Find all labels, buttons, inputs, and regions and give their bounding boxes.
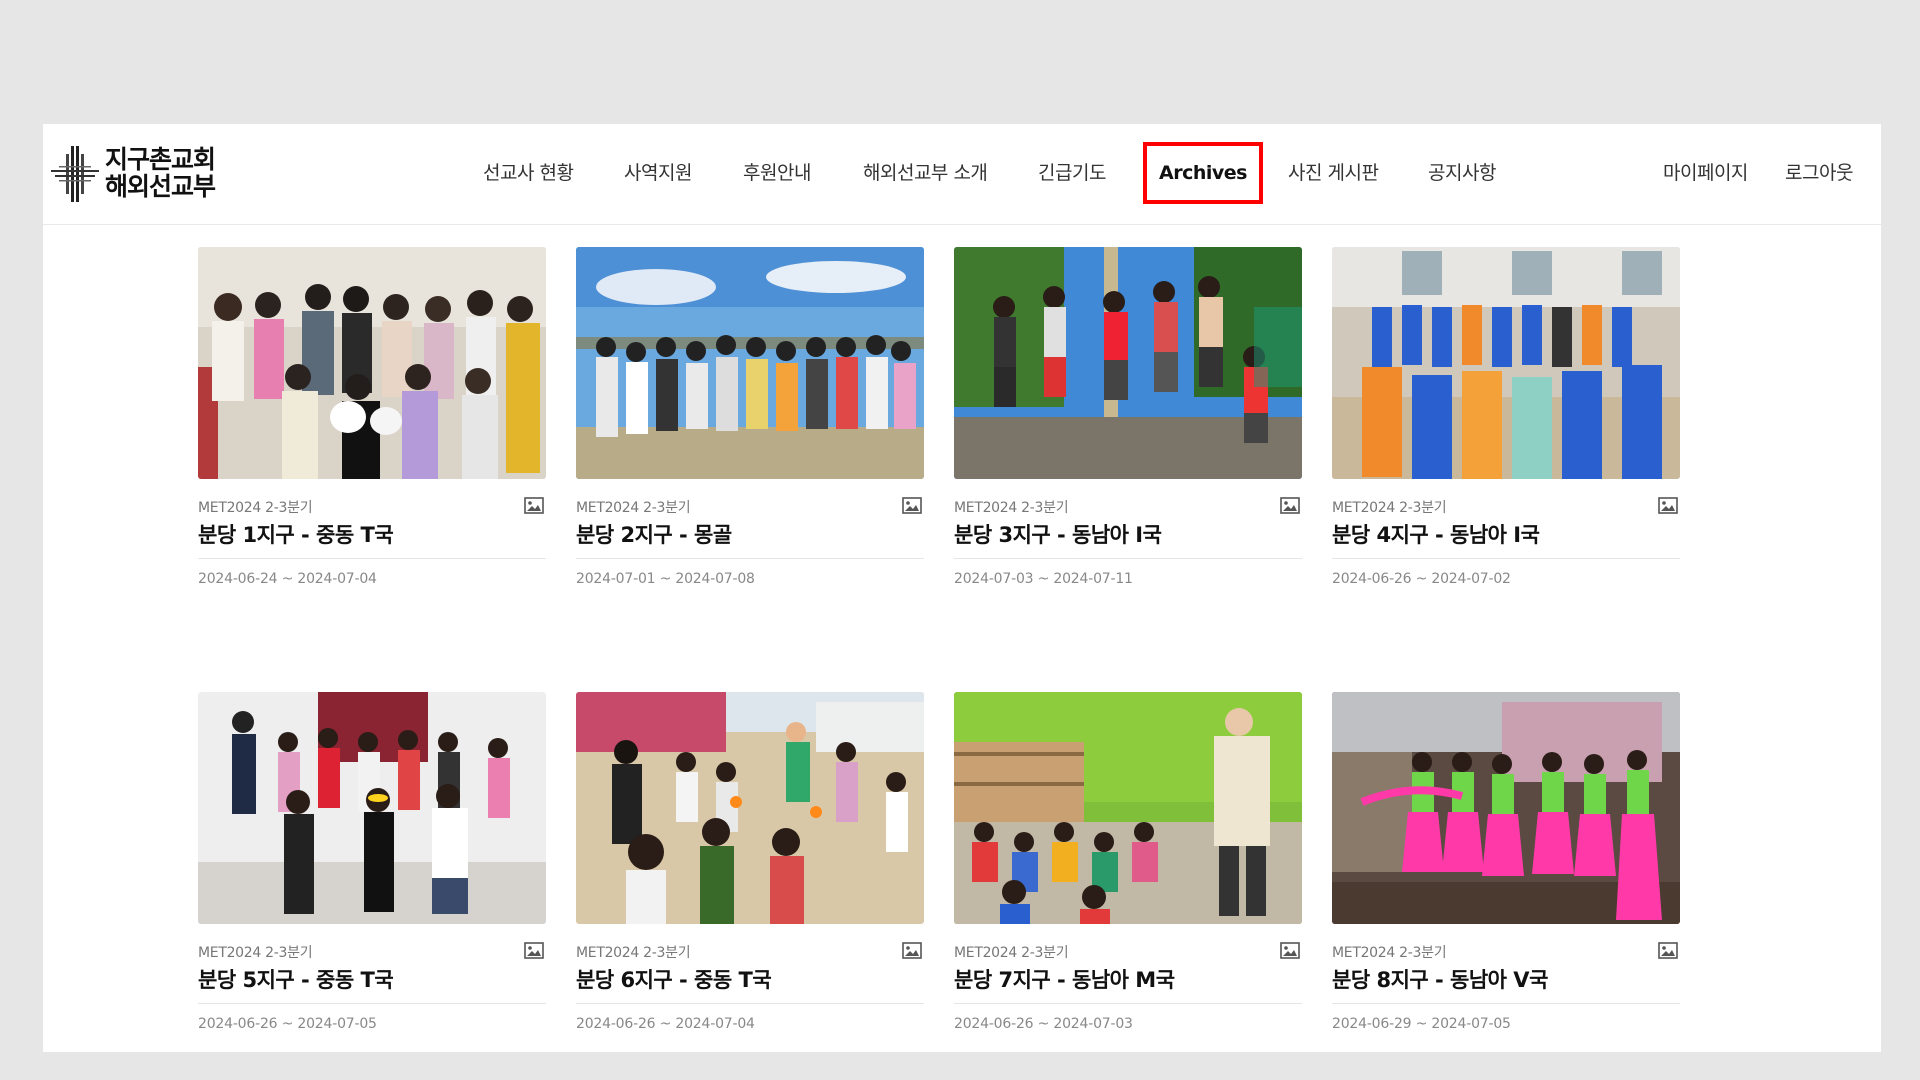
card-category: MET2024 2-3분기: [1332, 500, 1447, 516]
archive-card[interactable]: MET2024 2-3분기 분당 1지구 - 중동 T국 2024-06-24 …: [198, 247, 546, 587]
archive-card[interactable]: MET2024 2-3분기 분당 2지구 - 몽골 2024-07-01 ~ 2…: [576, 247, 924, 587]
card-dates: 2024-07-01 ~ 2024-07-08: [576, 571, 755, 587]
image-icon: [1280, 497, 1300, 514]
image-icon: [524, 497, 544, 514]
card-meta: MET2024 2-3분기: [576, 497, 924, 516]
card-title[interactable]: 분당 5지구 - 중동 T국: [198, 966, 546, 1004]
card-title[interactable]: 분당 1지구 - 중동 T국: [198, 521, 546, 559]
image-icon: [902, 942, 922, 959]
card-title[interactable]: 분당 3지구 - 동남아 I국: [954, 521, 1302, 559]
card-meta: MET2024 2-3분기: [954, 497, 1302, 516]
card-title[interactable]: 분당 4지구 - 동남아 I국: [1332, 521, 1680, 559]
card-thumbnail[interactable]: [576, 692, 924, 924]
card-category: MET2024 2-3분기: [576, 500, 691, 516]
image-icon: [524, 942, 544, 959]
card-meta: MET2024 2-3분기: [954, 942, 1302, 961]
card-category: MET2024 2-3분기: [954, 945, 1069, 961]
card-dates: 2024-07-03 ~ 2024-07-11: [954, 571, 1133, 587]
archive-card[interactable]: MET2024 2-3분기 분당 8지구 - 동남아 V국 2024-06-29…: [1332, 692, 1680, 1032]
image-icon: [902, 497, 922, 514]
card-meta: MET2024 2-3분기: [198, 497, 546, 516]
card-title[interactable]: 분당 8지구 - 동남아 V국: [1332, 966, 1680, 1004]
card-meta: MET2024 2-3분기: [1332, 942, 1680, 961]
card-meta: MET2024 2-3분기: [576, 942, 924, 961]
card-thumbnail[interactable]: [198, 247, 546, 479]
card-thumbnail[interactable]: [1332, 247, 1680, 479]
card-title[interactable]: 분당 6지구 - 중동 T국: [576, 966, 924, 1004]
card-meta: MET2024 2-3분기: [198, 942, 546, 961]
archive-card[interactable]: MET2024 2-3분기 분당 6지구 - 중동 T국 2024-06-26 …: [576, 692, 924, 1032]
card-title[interactable]: 분당 7지구 - 동남아 M국: [954, 966, 1302, 1004]
card-thumbnail[interactable]: [1332, 692, 1680, 924]
archive-card[interactable]: MET2024 2-3분기 분당 7지구 - 동남아 M국 2024-06-26…: [954, 692, 1302, 1032]
card-category: MET2024 2-3분기: [198, 945, 313, 961]
card-dates: 2024-06-26 ~ 2024-07-02: [1332, 571, 1511, 587]
browser-window: 지구촌교회 해외선교부 선교사 현황 사역지원 후원안내 해외선교부 소개 긴급…: [43, 124, 1881, 1052]
image-icon: [1658, 942, 1678, 959]
archive-card[interactable]: MET2024 2-3분기 분당 4지구 - 동남아 I국 2024-06-26…: [1332, 247, 1680, 587]
card-thumbnail[interactable]: [576, 247, 924, 479]
card-meta: MET2024 2-3분기: [1332, 497, 1680, 516]
card-thumbnail[interactable]: [954, 692, 1302, 924]
archive-card[interactable]: MET2024 2-3분기 분당 3지구 - 동남아 I국 2024-07-03…: [954, 247, 1302, 587]
image-icon: [1280, 942, 1300, 959]
card-dates: 2024-06-29 ~ 2024-07-05: [1332, 1016, 1511, 1032]
card-category: MET2024 2-3분기: [576, 945, 691, 961]
card-dates: 2024-06-26 ~ 2024-07-05: [198, 1016, 377, 1032]
card-category: MET2024 2-3분기: [1332, 945, 1447, 961]
card-category: MET2024 2-3분기: [954, 500, 1069, 516]
card-thumbnail[interactable]: [954, 247, 1302, 479]
card-category: MET2024 2-3분기: [198, 500, 313, 516]
archive-card[interactable]: MET2024 2-3분기 분당 5지구 - 중동 T국 2024-06-26 …: [198, 692, 546, 1032]
card-dates: 2024-06-24 ~ 2024-07-04: [198, 571, 377, 587]
card-title[interactable]: 분당 2지구 - 몽골: [576, 521, 924, 559]
archive-grid: MET2024 2-3분기 분당 1지구 - 중동 T국 2024-06-24 …: [43, 124, 1881, 1052]
card-thumbnail[interactable]: [198, 692, 546, 924]
image-icon: [1658, 497, 1678, 514]
card-dates: 2024-06-26 ~ 2024-07-03: [954, 1016, 1133, 1032]
card-dates: 2024-06-26 ~ 2024-07-04: [576, 1016, 755, 1032]
